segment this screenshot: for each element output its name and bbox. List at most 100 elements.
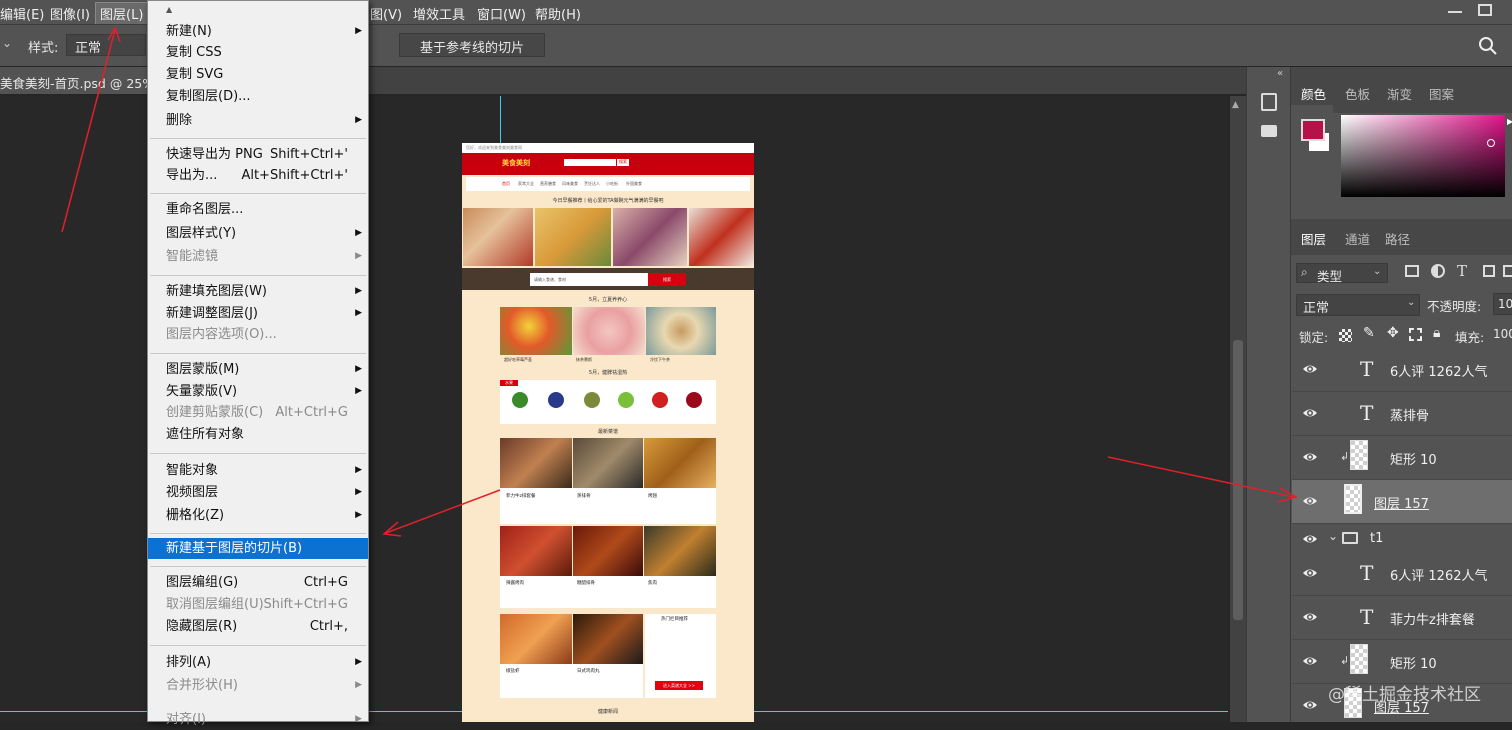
eye-icon[interactable] (1302, 609, 1318, 625)
layer-row[interactable]: T 6人评 1262人气 (1292, 348, 1512, 392)
food-image (573, 614, 643, 664)
layer-name[interactable]: 图层 157 (1374, 493, 1429, 512)
menu-view[interactable]: 图(V) (370, 4, 402, 23)
style-select[interactable]: 正常 (66, 34, 146, 56)
menu-item[interactable]: 删除 ▶ (148, 110, 368, 131)
fill-input[interactable]: 100 (1493, 327, 1512, 341)
menu-item[interactable]: 复制 SVG (148, 64, 368, 85)
menu-window[interactable]: 窗口(W) (477, 4, 526, 23)
filter-type-icon[interactable]: T (1457, 262, 1467, 280)
eye-icon[interactable] (1302, 361, 1318, 377)
preview-search-box (564, 159, 616, 166)
menu-item[interactable]: 栅格化(Z) ▶ (148, 505, 368, 526)
eye-icon[interactable] (1302, 531, 1318, 547)
menu-item[interactable]: 矢量蒙版(V) ▶ (148, 381, 368, 402)
menu-separator (150, 352, 366, 354)
lock-position-icon[interactable]: ✥ (1387, 325, 1399, 341)
layer-filter-select[interactable]: ⌕ 类型 ⌄ (1296, 263, 1388, 284)
menu-item[interactable]: 新建调整图层(J) ▶ (148, 303, 368, 324)
lock-artboard-icon[interactable] (1409, 328, 1422, 341)
layer-name[interactable]: 矩形 10 (1390, 653, 1437, 672)
restore-icon[interactable] (1478, 4, 1492, 16)
tab-channels[interactable]: 通道 (1345, 229, 1370, 248)
layer-name[interactable]: 6人评 1262人气 (1390, 361, 1488, 380)
menu-item[interactable]: 图层编组(G) Ctrl+G (148, 572, 368, 593)
tab-layers[interactable]: 图层 (1301, 229, 1326, 248)
chevron-down-icon[interactable]: ⌄ (1328, 529, 1338, 543)
eye-icon[interactable] (1302, 449, 1318, 465)
tab-color[interactable]: 颜色 (1301, 84, 1326, 103)
eye-icon[interactable] (1302, 697, 1318, 713)
menu-item[interactable]: 新建(N) ▶ (148, 21, 368, 42)
menu-item[interactable]: 导出为... Alt+Shift+Ctrl+' (148, 165, 368, 186)
layer-row[interactable]: T 6人评 1262人气 (1292, 552, 1512, 596)
menu-item[interactable]: 复制 CSS (148, 42, 368, 63)
menu-item[interactable]: 重命名图层... (148, 199, 368, 220)
layer-row[interactable]: T 蒸排骨 (1292, 392, 1512, 436)
tab-paths[interactable]: 路径 (1385, 229, 1410, 248)
menu-item[interactable]: 新建填充图层(W) ▶ (148, 281, 368, 302)
menu-item[interactable]: 遮住所有对象 (148, 424, 368, 445)
eye-icon[interactable] (1302, 653, 1318, 669)
minimize-icon[interactable] (1448, 11, 1462, 13)
search-icon[interactable] (1479, 37, 1497, 55)
menu-item[interactable]: 快速导出为 PNG Shift+Ctrl+' (148, 144, 368, 165)
foreground-color-swatch[interactable] (1301, 119, 1325, 141)
layer-name[interactable]: 矩形 10 (1390, 449, 1437, 468)
menu-plugins[interactable]: 增效工具 (413, 4, 465, 23)
layer-group-row[interactable]: ⌄ t1 (1292, 524, 1512, 554)
layer-row[interactable]: T 菲力牛z排套餐 (1292, 596, 1512, 640)
history-icon[interactable] (1261, 93, 1277, 111)
color-picker-cursor[interactable] (1487, 139, 1495, 147)
tab-patterns[interactable]: 图案 (1429, 84, 1454, 103)
menu-item[interactable]: 图层样式(Y) ▶ (148, 223, 368, 244)
menu-image[interactable]: 图像(I) (50, 4, 90, 23)
preview-dish-name: 蒸排骨 (577, 494, 591, 499)
layer-name[interactable]: t1 (1370, 531, 1383, 546)
opacity-input[interactable]: 100 (1493, 293, 1512, 315)
menu-item[interactable]: 隐藏图层(R) Ctrl+, (148, 616, 368, 637)
layer-name[interactable]: 菲力牛z排套餐 (1390, 609, 1475, 628)
filter-adjustment-icon[interactable] (1431, 264, 1445, 278)
layer-row[interactable]: ↲ 矩形 10 (1292, 436, 1512, 480)
menu-item[interactable]: 排列(A) ▶ (148, 652, 368, 673)
menu-item[interactable]: 图层蒙版(M) ▶ (148, 359, 368, 380)
menu-item-label: 复制 CSS (166, 45, 222, 60)
filter-pixel-icon[interactable] (1405, 265, 1419, 277)
menu-edit[interactable]: 编辑(E) (0, 4, 44, 23)
comment-icon[interactable] (1261, 125, 1277, 137)
blend-mode-select[interactable]: 正常 (1296, 294, 1420, 316)
lock-pixels-icon[interactable]: ✎ (1363, 325, 1375, 341)
color-picker-field[interactable] (1341, 115, 1505, 197)
collapse-icon[interactable]: « (1277, 68, 1283, 79)
tab-swatches[interactable]: 色板 (1345, 84, 1370, 103)
menu-item[interactable]: 新建基于图层的切片(B) (148, 538, 368, 559)
scrollbar-thumb[interactable] (1233, 340, 1243, 620)
filter-shape-icon[interactable] (1483, 265, 1495, 277)
menu-item[interactable]: 复制图层(D)... (148, 86, 368, 107)
layer-row-selected[interactable]: 图层 157 (1292, 480, 1512, 524)
layer-row[interactable]: ↲ 矩形 10 (1292, 640, 1512, 684)
menu-item[interactable]: 智能对象 ▶ (148, 460, 368, 481)
chevron-down-icon[interactable]: ⌄ (2, 36, 12, 50)
folder-icon (1342, 532, 1358, 544)
submenu-arrow-icon: ▶ (355, 286, 362, 296)
filter-smart-object-icon[interactable] (1503, 265, 1512, 277)
menu-help[interactable]: 帮助(H) (535, 4, 581, 23)
layer-name[interactable]: 蒸排骨 (1390, 405, 1429, 424)
menu-item[interactable]: 视频图层 ▶ (148, 482, 368, 503)
lock-all-icon[interactable]: 🔒︎ (1433, 325, 1440, 341)
hue-slider-arrow[interactable]: ▶ (1507, 117, 1512, 126)
tab-gradients[interactable]: 渐变 (1387, 84, 1412, 103)
scroll-up-icon[interactable]: ▲ (1232, 100, 1239, 110)
document-tab[interactable]: 美食美刻-首页.psd @ 25% (0, 67, 160, 94)
layer-name[interactable]: 6人评 1262人气 (1390, 565, 1488, 584)
eye-icon[interactable] (1302, 405, 1318, 421)
lock-transparent-icon[interactable] (1339, 329, 1352, 342)
slices-from-guides-button[interactable]: 基于参考线的切片 (399, 33, 545, 57)
menu-layer[interactable]: 图层(L) (95, 2, 149, 25)
food-image (500, 614, 572, 664)
eye-icon[interactable] (1302, 493, 1318, 509)
scroll-up-icon[interactable]: ▲ (166, 5, 172, 14)
eye-icon[interactable] (1302, 565, 1318, 581)
